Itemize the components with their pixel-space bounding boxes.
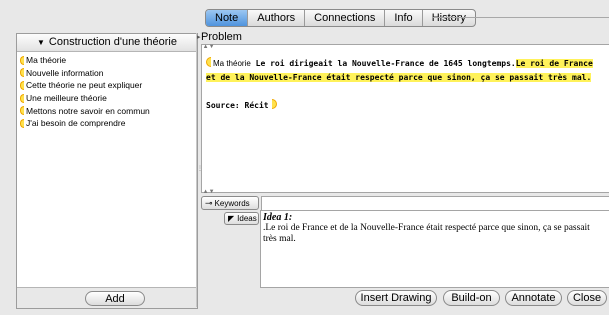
insert-drawing-button[interactable]: Insert Drawing (355, 290, 437, 306)
build-on-button[interactable]: Build-on (443, 290, 500, 306)
scaffold-item[interactable]: Une meilleure théorie (17, 92, 197, 105)
idea-title: Idea 1: (263, 212, 293, 223)
view-tabs: Note Authors Connections Info History (205, 9, 476, 27)
annotate-button[interactable]: Annotate (505, 290, 562, 306)
note-editor[interactable]: Ma théorie Le roi dirigeait la Nouvelle-… (201, 44, 609, 193)
scaffold-list: Ma théorie Nouvelle information Cette th… (17, 52, 197, 130)
tab-connections[interactable]: Connections (305, 10, 386, 26)
note-text: Le roi dirigeait la Nouvelle-France de 1… (255, 59, 516, 68)
scaffold-header[interactable]: ▼ Construction d'une théorie (17, 34, 197, 52)
ideas-button[interactable]: ◤ Ideas (224, 212, 259, 225)
scaffold-bracket-icon (20, 118, 24, 128)
note-body[interactable]: Ma théorie Le roi dirigeait la Nouvelle-… (206, 57, 604, 113)
tab-divider (432, 17, 609, 18)
split-arrow-icon[interactable]: ▸ (197, 33, 201, 41)
add-button[interactable]: Add (85, 291, 145, 306)
tab-authors[interactable]: Authors (248, 10, 306, 26)
idea-text: .Le roi de France et de la Nouvelle-Fran… (263, 223, 590, 244)
scaffold-bracket-icon (20, 80, 24, 90)
scaffold-panel: ▼ Construction d'une théorie Ma théorie N… (16, 33, 198, 309)
close-button[interactable]: Close (567, 290, 607, 306)
scaffold-item[interactable]: Nouvelle information (17, 67, 197, 80)
keywords-field[interactable] (261, 196, 609, 211)
pin-icon: ◤ (228, 213, 235, 223)
ruler-bottom: ▲▼ (201, 189, 215, 195)
source-text: Source: Récit (206, 101, 269, 110)
scaffold-open-icon (206, 57, 211, 67)
tab-info[interactable]: Info (385, 10, 423, 26)
ruler-top: ▲▼ (201, 44, 215, 50)
tab-note[interactable]: Note (206, 10, 249, 26)
scaffold-close-icon (271, 99, 277, 109)
scaffold-title: Construction d'une théorie (48, 36, 177, 48)
scaffold-bracket-icon (20, 68, 24, 78)
keywords-button[interactable]: ⊸ Keywords (201, 196, 259, 210)
triangle-down-icon: ▼ (37, 38, 45, 47)
idea-box[interactable]: Idea 1: .Le roi de France et de la Nouve… (260, 210, 609, 288)
scaffold-item[interactable]: Mettons notre savoir en commun (17, 104, 197, 117)
tab-history[interactable]: History (423, 10, 475, 26)
scaffold-item[interactable]: J'ai besoin de comprendre (17, 117, 197, 130)
scaffold-bracket-icon (20, 106, 24, 116)
scaffold-footer: Add (17, 287, 197, 308)
scaffold-bracket-icon (20, 93, 24, 103)
problem-label[interactable]: Problem (201, 31, 242, 43)
key-icon: ⊸ (205, 197, 213, 208)
scaffold-tag: Ma théorie (213, 59, 251, 68)
scaffold-item[interactable]: Cette théorie ne peut expliquer (17, 79, 197, 92)
scaffold-item[interactable]: Ma théorie (17, 54, 197, 67)
scaffold-bracket-icon (20, 55, 24, 65)
